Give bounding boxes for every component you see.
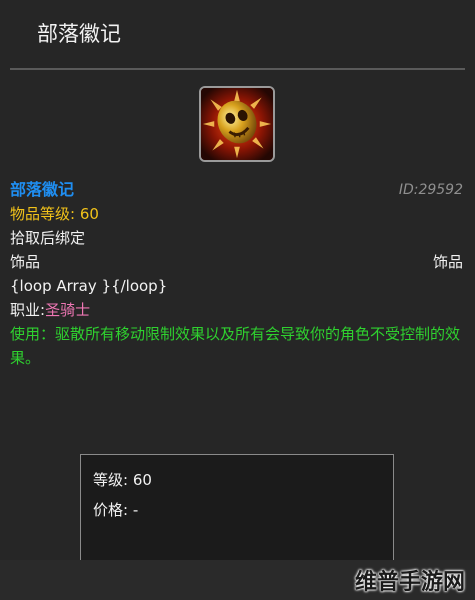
use-effect: 使用：驱散所有移动限制效果以及所有会导致你的角色不受控制的效果。 bbox=[10, 325, 461, 367]
item-slot-right: 饰品 bbox=[432, 253, 463, 271]
item-name[interactable]: 部落徽记 bbox=[10, 178, 74, 202]
header-divider bbox=[10, 68, 465, 70]
item-binding: 拾取后绑定 bbox=[10, 229, 86, 247]
item-id: ID:29592 bbox=[398, 182, 463, 198]
item-class-row: 职业:圣骑士 bbox=[10, 298, 465, 322]
item-level: 物品等级: 60 bbox=[10, 205, 99, 223]
item-slot-left: 饰品 bbox=[10, 253, 41, 271]
item-name-row: 部落徽记 ID:29592 bbox=[10, 178, 465, 202]
skull-trinket-graphic bbox=[201, 88, 273, 160]
page-title: 部落徽记 bbox=[37, 22, 121, 46]
stat-price: 价格: - bbox=[93, 501, 139, 519]
stat-level: 等级: 60 bbox=[93, 471, 152, 489]
header-bar: 部落徽记 bbox=[0, 0, 475, 70]
class-name[interactable]: 圣骑士 bbox=[45, 301, 90, 319]
class-label: 职业: bbox=[10, 301, 46, 319]
item-tooltip: 部落徽记 ID:29592 物品等级: 60 拾取后绑定 饰品 饰品 {loop… bbox=[10, 178, 465, 370]
stats-box: 等级: 60 价格: - bbox=[80, 454, 394, 576]
item-slot-row: 饰品 饰品 bbox=[10, 250, 465, 274]
skull-trinket-icon[interactable] bbox=[199, 86, 275, 162]
site-watermark: 维普手游网 bbox=[354, 570, 465, 595]
item-loop-text: {loop Array }{/loop} bbox=[10, 277, 168, 295]
